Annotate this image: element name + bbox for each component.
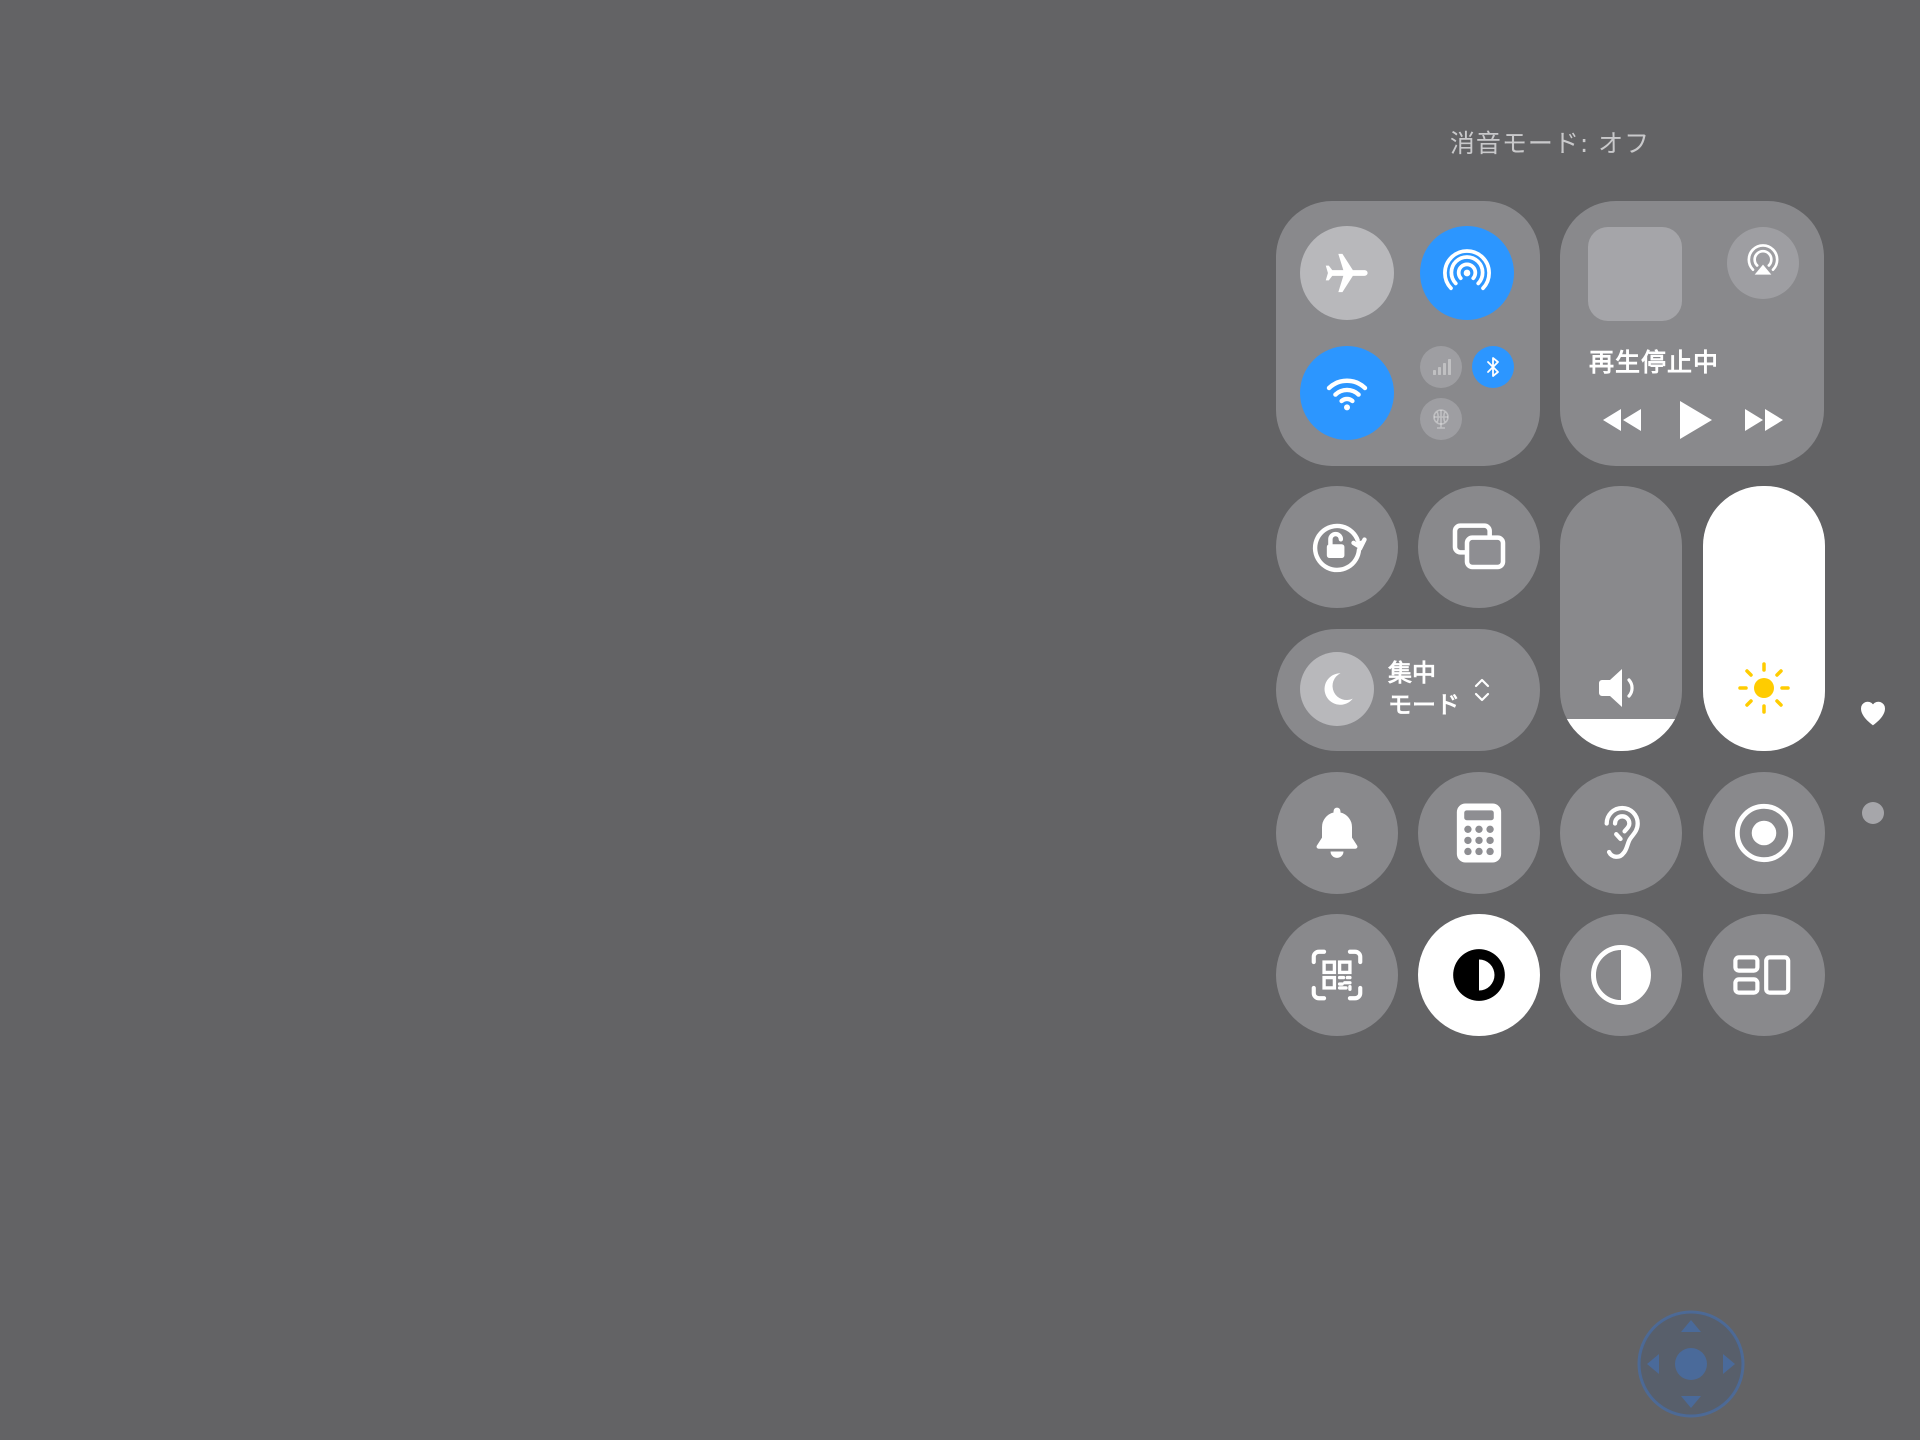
contrast-icon <box>1591 945 1651 1005</box>
stage-manager-button[interactable] <box>1703 914 1825 1036</box>
alarm-button[interactable] <box>1276 772 1398 894</box>
bell-icon <box>1316 807 1358 858</box>
play-button[interactable] <box>1668 394 1720 446</box>
bluetooth-button[interactable] <box>1472 346 1514 388</box>
qr-scanner-button[interactable] <box>1276 914 1398 1036</box>
heart-icon[interactable] <box>1857 697 1889 727</box>
airdrop-icon <box>1443 249 1491 291</box>
orientation-lock-icon <box>1312 523 1367 573</box>
airplane-mode-button[interactable] <box>1300 226 1394 320</box>
wifi-button[interactable] <box>1300 346 1394 440</box>
focus-label-line1: 集中 <box>1388 659 1436 687</box>
contrast-button[interactable] <box>1560 914 1682 1036</box>
play-icon <box>1680 401 1712 439</box>
screen-record-button[interactable] <box>1703 772 1825 894</box>
focus-moon-circle <box>1300 652 1374 726</box>
dark-mode-icon <box>1453 949 1505 1001</box>
dark-mode-button[interactable] <box>1418 914 1540 1036</box>
calculator-button[interactable] <box>1418 772 1540 894</box>
rewind-icon <box>1603 409 1641 431</box>
media-title: 再生停止中 <box>1589 348 1720 377</box>
qr-code-icon <box>1311 949 1363 1001</box>
bluetooth-icon <box>1487 357 1499 377</box>
volume-fill <box>1560 719 1682 751</box>
chevron-updown-icon <box>1474 678 1490 702</box>
airplay-icon <box>1747 244 1779 275</box>
airplay-button[interactable] <box>1727 227 1799 299</box>
orientation-lock-button[interactable] <box>1276 486 1398 608</box>
silent-mode-status: 消音モード: オフ <box>1449 129 1651 158</box>
album-artwork <box>1588 227 1682 321</box>
speaker-icon <box>1599 669 1634 707</box>
rewind-button[interactable] <box>1596 396 1648 444</box>
vpn-icon <box>1433 409 1449 429</box>
focus-label-line2: モード <box>1388 691 1460 719</box>
stage-manager-icon <box>1733 955 1791 995</box>
airplane-icon <box>1325 253 1368 293</box>
page-indicator-dot[interactable] <box>1862 802 1884 824</box>
cellular-button[interactable] <box>1420 346 1462 388</box>
airdrop-button[interactable] <box>1420 226 1514 320</box>
moon-icon <box>1324 673 1353 705</box>
screen-record-icon <box>1734 803 1794 863</box>
fast-forward-button[interactable] <box>1738 396 1790 444</box>
fast-forward-icon <box>1745 409 1783 431</box>
joystick-icon <box>1637 1310 1745 1418</box>
vpn-button[interactable] <box>1420 398 1462 440</box>
joystick-control[interactable] <box>1637 1310 1745 1418</box>
sun-icon <box>1738 662 1790 714</box>
screen-mirroring-icon <box>1452 523 1506 570</box>
hearing-button[interactable] <box>1560 772 1682 894</box>
volume-slider[interactable] <box>1560 486 1682 751</box>
calculator-icon <box>1456 803 1502 863</box>
cellular-icon <box>1433 359 1451 375</box>
ear-icon <box>1604 805 1640 859</box>
wifi-icon <box>1326 378 1368 411</box>
screen-mirroring-button[interactable] <box>1418 486 1540 608</box>
focus-label: 集中 モード <box>1388 657 1460 721</box>
